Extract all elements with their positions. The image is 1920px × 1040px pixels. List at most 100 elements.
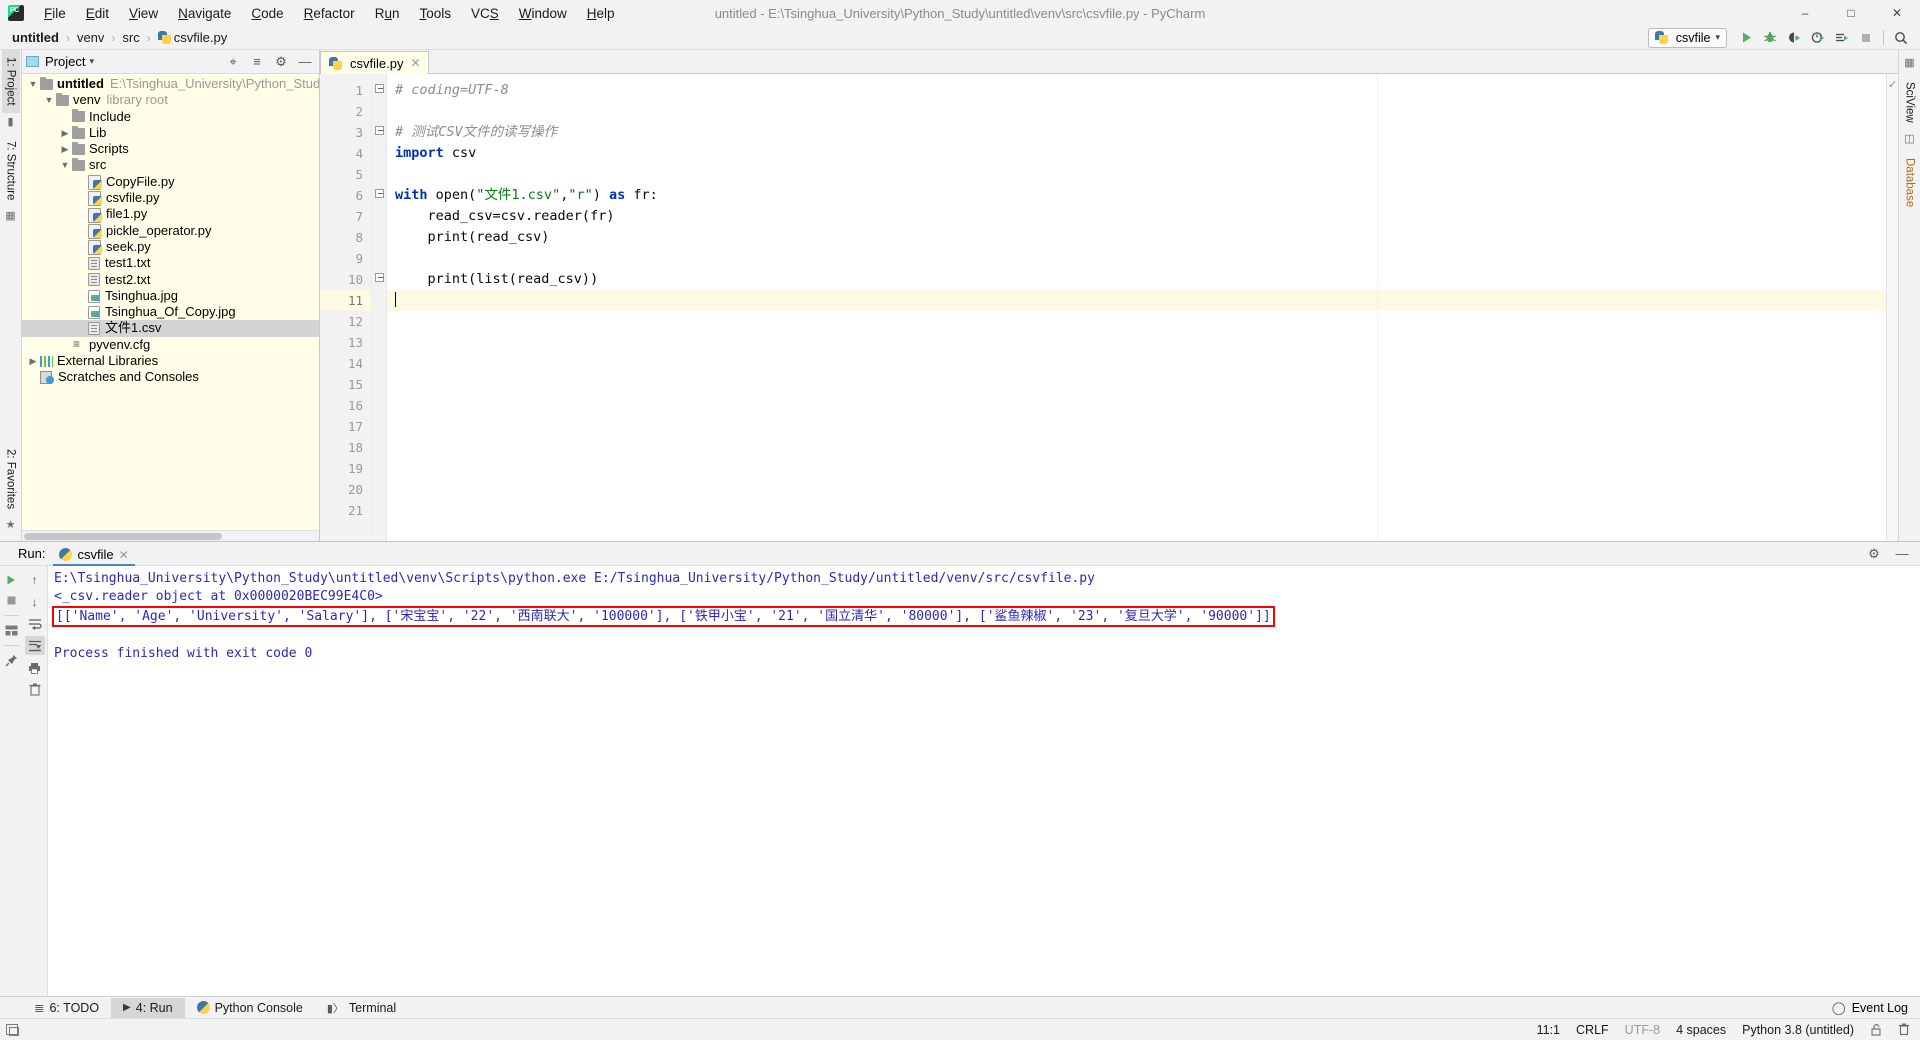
search-everywhere-icon[interactable] xyxy=(1890,28,1912,48)
sidebar-tab-project[interactable]: 1: Project xyxy=(1,50,20,113)
breadcrumb-item-untitled[interactable]: untitled xyxy=(8,29,63,46)
breadcrumb-item-src[interactable]: src xyxy=(118,29,143,46)
tree-item-untitled[interactable]: ▼ untitled E:\Tsinghua_University\Python_S… xyxy=(22,76,319,92)
run-console-output[interactable]: E:\Tsinghua_University\Python_Study\unti… xyxy=(48,566,1920,996)
menu-item-tools[interactable]: Tools xyxy=(409,3,461,24)
code-text-area[interactable]: # coding=UTF-8 # 测试CSV文件的读写操作 import csv … xyxy=(386,74,1886,541)
tree-item---1-csv[interactable]: ▶ 文件1.csv xyxy=(22,320,319,337)
chevron-right-icon[interactable]: ▶ xyxy=(58,125,72,141)
close-icon[interactable]: ✕ xyxy=(410,56,420,70)
debug-button[interactable] xyxy=(1759,28,1781,48)
run-button[interactable] xyxy=(1735,28,1757,48)
code-line[interactable] xyxy=(387,395,1886,416)
code-editor[interactable]: 1 2 3 4 5 6 7 8 9 10 11 12 13 14 15 16 17 18 19 20 21 # codi… xyxy=(320,74,1898,541)
print-button[interactable] xyxy=(25,658,45,677)
code-line[interactable] xyxy=(387,101,1886,122)
tree-item-csvfile-py[interactable]: ▶ csvfile.py xyxy=(22,190,319,207)
code-line[interactable] xyxy=(387,290,1886,311)
stop-button[interactable] xyxy=(1855,28,1877,48)
stop-run-button[interactable] xyxy=(1,591,21,610)
code-line[interactable]: read_csv=csv.reader(fr) xyxy=(387,206,1886,227)
bottom-tab-todo[interactable]: ≣ 6: TODO xyxy=(22,997,111,1018)
menu-item-refactor[interactable]: Refactor xyxy=(294,3,365,24)
error-marker-strip[interactable]: ✓ xyxy=(1886,74,1898,541)
hide-run-panel-icon[interactable]: — xyxy=(1892,544,1912,564)
profile-button[interactable] xyxy=(1807,28,1829,48)
hide-panel-icon[interactable]: — xyxy=(295,52,315,72)
breadcrumb-item-csvfile[interactable]: csvfile.py xyxy=(154,29,231,46)
tree-item-seek-py[interactable]: ▶ seek.py xyxy=(22,239,319,256)
code-line[interactable] xyxy=(387,500,1886,521)
sidebar-tab-database[interactable]: Database xyxy=(1901,151,1919,214)
code-line[interactable] xyxy=(387,164,1886,185)
maximize-button[interactable]: □ xyxy=(1828,0,1874,26)
tree-item-scratches-and-consoles[interactable]: ▶ Scratches and Consoles xyxy=(22,369,319,385)
tree-item-external-libraries[interactable]: ▶ External Libraries xyxy=(22,353,319,369)
chevron-right-icon[interactable]: ▶ xyxy=(58,141,72,157)
code-line[interactable]: print(read_csv) xyxy=(387,227,1886,248)
up-arrow-button[interactable]: ↑ xyxy=(25,570,45,589)
tree-item-src[interactable]: ▼ src xyxy=(22,157,319,173)
editor-tab-csvfile[interactable]: csvfile.py ✕ xyxy=(320,51,429,74)
toggle-toolwindows-icon[interactable] xyxy=(6,1024,19,1036)
code-line[interactable] xyxy=(387,311,1886,332)
code-line[interactable] xyxy=(387,332,1886,353)
locate-file-icon[interactable]: ⌖ xyxy=(223,52,243,72)
close-button[interactable]: ✕ xyxy=(1874,0,1920,26)
code-line[interactable] xyxy=(387,248,1886,269)
fold-marker-end-icon[interactable] xyxy=(372,269,386,290)
close-icon[interactable]: ✕ xyxy=(119,548,129,562)
sidebar-tab-structure[interactable]: 7: Structure xyxy=(2,134,20,207)
sidebar-tab-favorites[interactable]: 2: Favorites xyxy=(2,442,20,516)
code-line[interactable] xyxy=(387,437,1886,458)
project-tree[interactable]: ▼ untitled E:\Tsinghua_University\Python_S… xyxy=(22,74,319,530)
code-line[interactable]: print(list(read_csv)) xyxy=(387,269,1886,290)
chevron-down-icon[interactable]: ▼ xyxy=(58,157,72,173)
menu-item-vcs[interactable]: VCS xyxy=(461,3,509,24)
code-line[interactable] xyxy=(387,416,1886,437)
code-line[interactable] xyxy=(387,458,1886,479)
event-log-area[interactable]: ◯ Event Log xyxy=(1832,1000,1920,1016)
tree-item-test2-txt[interactable]: ▶ test2.txt xyxy=(22,272,319,288)
tree-item-test1-txt[interactable]: ▶ test1.txt xyxy=(22,255,319,271)
memory-trash-icon[interactable] xyxy=(1898,1023,1910,1036)
code-line[interactable] xyxy=(387,353,1886,374)
run-tab-csvfile[interactable]: csvfile ✕ xyxy=(53,545,135,566)
breadcrumb-item-venv[interactable]: venv xyxy=(73,29,108,46)
menu-item-window[interactable]: Window xyxy=(509,3,577,24)
code-line[interactable]: with open("文件1.csv","r") as fr: xyxy=(387,185,1886,206)
bottom-tab-terminal[interactable]: ▮〉 Terminal xyxy=(315,997,408,1019)
rerun-button[interactable] xyxy=(1,570,21,589)
lock-icon[interactable] xyxy=(1870,1023,1882,1036)
down-arrow-button[interactable]: ↓ xyxy=(25,592,45,611)
scroll-to-end-button[interactable] xyxy=(24,636,45,655)
menu-item-code[interactable]: Code xyxy=(241,3,293,24)
fold-marker-end-icon[interactable] xyxy=(372,122,386,143)
menu-item-file[interactable]: FFileile xyxy=(34,3,76,24)
line-separator[interactable]: CRLF xyxy=(1576,1023,1609,1037)
run-settings-gear-icon[interactable]: ⚙ xyxy=(1864,544,1884,564)
code-line[interactable]: import csv xyxy=(387,143,1886,164)
chevron-down-icon[interactable]: ▼ xyxy=(26,76,40,92)
collapse-all-icon[interactable]: ≡ xyxy=(247,52,267,72)
run-configuration-selector[interactable]: csvfile ▾ xyxy=(1647,27,1727,48)
run-with-coverage-button[interactable] xyxy=(1783,28,1805,48)
scrollbar-thumb[interactable] xyxy=(24,533,222,540)
python-interpreter[interactable]: Python 3.8 (untitled) xyxy=(1742,1023,1854,1037)
bottom-tab-run[interactable]: ▶ 4: Run xyxy=(111,997,185,1018)
tree-item-lib[interactable]: ▶ Lib xyxy=(22,125,319,141)
soft-wrap-button[interactable] xyxy=(25,614,45,633)
code-folding-column[interactable] xyxy=(372,74,386,541)
chevron-down-icon[interactable]: ▾ xyxy=(89,56,94,67)
tree-item-file1-py[interactable]: ▶ file1.py xyxy=(22,206,319,223)
tree-item-pickle-operator-py[interactable]: ▶ pickle_operator.py xyxy=(22,223,319,239)
pin-tab-button[interactable] xyxy=(1,651,21,670)
menu-item-navigate[interactable]: Navigate xyxy=(168,3,241,24)
tree-item-tsinghua-jpg[interactable]: ▶ Tsinghua.jpg xyxy=(22,288,319,304)
bottom-tab-python-console[interactable]: Python Console xyxy=(185,998,315,1018)
code-line[interactable]: # coding=UTF-8 xyxy=(387,80,1886,101)
clear-all-button[interactable] xyxy=(25,680,45,699)
caret-position[interactable]: 11:1 xyxy=(1537,1023,1560,1037)
file-encoding[interactable]: UTF-8 xyxy=(1625,1023,1660,1037)
menu-item-run[interactable]: Run xyxy=(365,3,410,24)
